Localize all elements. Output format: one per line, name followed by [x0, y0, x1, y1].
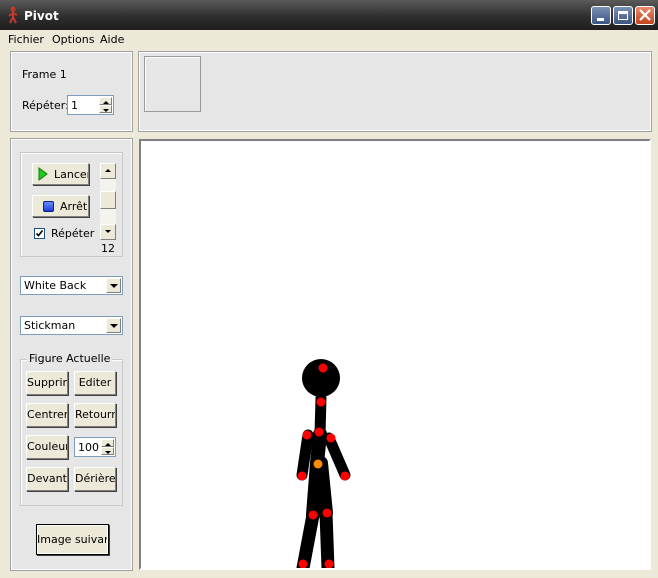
background-select[interactable]: White Back	[20, 276, 123, 295]
joint-head	[318, 363, 328, 373]
minimize-icon	[597, 18, 604, 21]
frame-label: Frame 1	[22, 68, 67, 81]
checkmark-icon	[35, 230, 44, 237]
center-figure-button[interactable]: Centrer	[26, 403, 68, 427]
right-arm-limb	[323, 432, 351, 481]
close-icon	[639, 9, 651, 21]
joint-shoulder-right	[326, 433, 336, 443]
arrow-up-icon	[105, 169, 111, 172]
loop-checkbox[interactable]	[34, 228, 45, 239]
animation-canvas[interactable]	[139, 139, 651, 570]
menu-bar: Fichier Options Aide	[0, 30, 658, 48]
stickman-limbs	[296, 392, 351, 568]
bring-front-label: Devant	[27, 472, 67, 485]
close-button[interactable]	[635, 6, 655, 25]
arrow-up-icon	[105, 443, 111, 446]
joint-hand-left	[297, 471, 307, 481]
playback-group: Lancer Arrêt Répéter 12	[20, 152, 123, 257]
repeat-up-button[interactable]	[99, 97, 112, 105]
menu-aide[interactable]: Aide	[100, 33, 124, 46]
speed-up-button[interactable]	[100, 163, 116, 179]
menu-fichier[interactable]: Fichier	[8, 33, 44, 46]
next-frame-label: Image suivante	[37, 533, 108, 546]
chevron-down-icon	[110, 284, 118, 288]
frame-info-panel: Frame 1 Répéter: 1	[10, 51, 133, 132]
color-up-button[interactable]	[101, 439, 114, 447]
repeat-value: 1	[71, 99, 78, 112]
color-figure-label: Couleur	[27, 440, 68, 453]
color-figure-button[interactable]: Couleur	[26, 435, 68, 459]
send-back-label: Dérière	[75, 472, 116, 485]
flip-figure-button[interactable]: Retourner	[74, 403, 116, 427]
delete-figure-label: Supprimer	[27, 376, 67, 389]
figure-type-select[interactable]: Stickman	[20, 316, 123, 335]
maximize-icon	[618, 11, 628, 20]
chevron-down-icon	[110, 324, 118, 328]
speed-down-button[interactable]	[100, 224, 116, 240]
arrow-down-icon	[105, 230, 111, 233]
edit-figure-button[interactable]: Editer	[74, 371, 116, 395]
left-arm-limb	[296, 429, 314, 481]
frame-thumbnail[interactable]	[144, 56, 201, 112]
window-title: Pivot	[24, 9, 59, 23]
joint-neck	[316, 397, 326, 407]
stop-button[interactable]: Arrêt	[32, 195, 89, 217]
repeat-label: Répéter:	[22, 99, 69, 112]
repeat-spinner[interactable]: 1	[67, 95, 114, 115]
joint-hand-right	[340, 471, 350, 481]
stop-label: Arrêt	[60, 200, 88, 213]
color-value-spinner[interactable]: 100	[74, 437, 116, 457]
color-value: 100	[78, 441, 99, 454]
bring-front-button[interactable]: Devant	[26, 467, 68, 491]
figure-type-dropdown-button[interactable]	[106, 318, 121, 333]
next-frame-button[interactable]: Image suivante	[36, 524, 109, 555]
play-label: Lancer	[54, 168, 89, 181]
repeat-down-button[interactable]	[99, 105, 112, 113]
joint-shoulder-left	[302, 430, 312, 440]
joint-knee-right	[322, 508, 332, 518]
stickman-figure[interactable]	[141, 141, 649, 568]
title-bar[interactable]: Pivot	[0, 0, 658, 30]
arrow-up-icon	[103, 101, 109, 104]
background-dropdown-button[interactable]	[106, 278, 121, 293]
arrow-down-icon	[103, 109, 109, 112]
edit-figure-label: Editer	[78, 376, 112, 389]
pivot-app-icon	[8, 6, 18, 24]
timeline-strip	[138, 51, 652, 132]
current-figure-group-label: Figure Actuelle	[27, 352, 113, 365]
delete-figure-button[interactable]: Supprimer	[26, 371, 68, 395]
joint-shoulder	[314, 427, 324, 437]
speed-value: 12	[101, 242, 115, 255]
figure-type-select-value: Stickman	[24, 319, 76, 332]
joint-hip-center	[313, 459, 323, 469]
center-figure-label: Centrer	[27, 408, 68, 421]
arrow-down-icon	[105, 451, 111, 454]
pivot-window: Pivot Fichier Options Aide Frame 1 Répét…	[0, 0, 658, 578]
right-thigh-limb	[314, 456, 333, 520]
play-button[interactable]: Lancer	[32, 163, 89, 185]
flip-figure-label: Retourner	[75, 408, 115, 421]
current-figure-group: Figure Actuelle Supprimer Editer Centrer…	[20, 352, 123, 506]
send-back-button[interactable]: Dérière	[74, 467, 116, 491]
minimize-button[interactable]	[591, 6, 611, 25]
speed-scrollbar[interactable]	[100, 163, 116, 240]
control-panel: Lancer Arrêt Répéter 12 White Back Stick…	[10, 138, 133, 571]
speed-scroll-thumb[interactable]	[100, 191, 116, 209]
play-icon	[38, 167, 48, 181]
maximize-button[interactable]	[613, 6, 633, 25]
color-down-button[interactable]	[101, 447, 114, 455]
loop-label: Répéter	[51, 227, 95, 240]
menu-options[interactable]: Options	[52, 33, 94, 46]
background-select-value: White Back	[24, 279, 87, 292]
stop-icon	[43, 201, 54, 212]
joint-knee-left	[308, 510, 318, 520]
